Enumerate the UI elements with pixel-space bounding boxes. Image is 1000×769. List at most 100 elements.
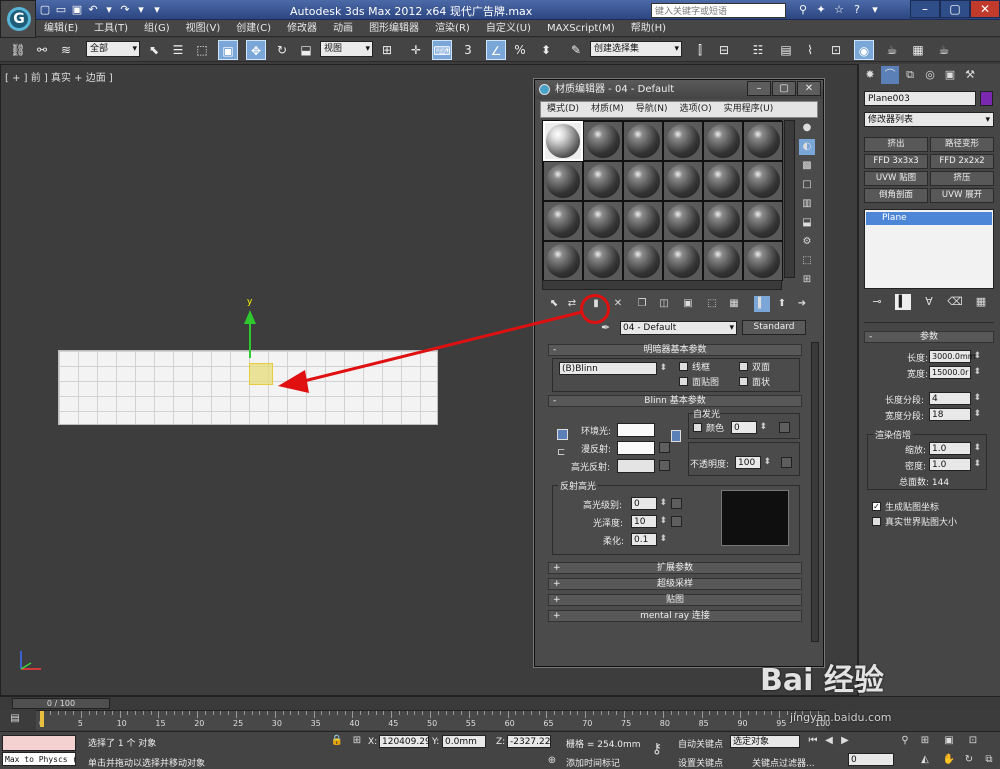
help-icon[interactable]: ? xyxy=(849,2,865,18)
pan-view-icon[interactable]: ✋ xyxy=(942,753,956,767)
select-move-icon[interactable]: ✥ xyxy=(246,40,266,60)
self-illum-spinner[interactable]: 0 xyxy=(731,421,767,434)
sample-slot[interactable] xyxy=(703,161,743,201)
save-icon[interactable]: ▣ xyxy=(70,2,84,17)
y-coord-input[interactable]: 0.0mm xyxy=(442,735,486,748)
density-spinner[interactable]: 1.0 xyxy=(929,458,981,471)
sample-slot[interactable] xyxy=(743,121,783,161)
spec-level-map-button[interactable] xyxy=(671,498,682,509)
viewport-label[interactable]: [ + ] 前 ] 真实 + 边面 ] xyxy=(5,69,113,84)
me-menu-navigation[interactable]: 导航(N) xyxy=(630,102,674,117)
make-preview-icon[interactable]: ⬓ xyxy=(799,215,815,231)
pivot-center-icon[interactable]: ⊞ xyxy=(377,40,397,60)
me-close-button[interactable]: ✕ xyxy=(797,81,821,96)
gizmo-xy-plane[interactable] xyxy=(249,363,273,385)
sample-slot[interactable] xyxy=(543,201,583,241)
link-icon[interactable]: ⛓ xyxy=(8,40,28,60)
display-tab-icon[interactable]: ▣ xyxy=(941,66,959,84)
sample-slot[interactable] xyxy=(663,121,703,161)
x-coord-input[interactable]: 120409.29 xyxy=(379,735,429,748)
sample-slot[interactable] xyxy=(703,201,743,241)
pin-stack-icon[interactable]: ⊸ xyxy=(869,294,885,310)
modifier-unwrap-uvw-button[interactable]: UVW 展开 xyxy=(930,188,994,203)
object-color-swatch[interactable] xyxy=(980,91,993,106)
maps-rollout[interactable]: + 贴图 xyxy=(548,594,802,606)
select-by-name-icon[interactable]: ☰ xyxy=(168,40,188,60)
sample-slot-selected[interactable] xyxy=(543,121,583,161)
sample-slot[interactable] xyxy=(543,241,583,281)
material-editor-icon[interactable]: ◉ xyxy=(854,40,874,60)
named-selection-set-select[interactable]: 创建选择集 xyxy=(590,41,682,57)
me-menu-material[interactable]: 材质(M) xyxy=(585,102,630,117)
opacity-spinner[interactable]: 100 xyxy=(735,456,771,469)
motion-tab-icon[interactable]: ◎ xyxy=(921,66,939,84)
width-segs-spinner[interactable]: 18 xyxy=(929,408,981,421)
show-end-result-toggle-icon[interactable]: ▍ xyxy=(895,294,911,310)
show-in-viewport-icon[interactable]: ▦ xyxy=(726,296,742,312)
qat-menu-icon[interactable]: ▾ xyxy=(150,2,164,17)
render-production-icon[interactable]: ☕ xyxy=(934,40,954,60)
gen-map-coords-checkbox[interactable]: ✓ xyxy=(872,502,881,511)
open-file-icon[interactable]: ▭ xyxy=(54,2,68,17)
video-color-check-icon[interactable]: ▥ xyxy=(799,196,815,212)
sample-uv-tiling-icon[interactable]: □ xyxy=(799,177,815,193)
select-by-material-icon[interactable]: ⬚ xyxy=(799,253,815,269)
zoom-icon[interactable]: ⚲ xyxy=(898,734,912,748)
add-time-tag-icon[interactable]: ⊕ xyxy=(545,754,559,768)
select-manipulate-icon[interactable]: ✛ xyxy=(406,40,426,60)
modifier-list-select[interactable]: 修改器列表 xyxy=(864,112,994,127)
make-copy-icon[interactable]: ❐ xyxy=(634,296,650,312)
orbit-icon[interactable]: ↻ xyxy=(962,753,976,767)
opacity-map-button[interactable] xyxy=(781,457,792,468)
select-scale-icon[interactable]: ⬓ xyxy=(296,40,316,60)
material-editor-window[interactable]: 材质编辑器 - 04 - Default – ▢ ✕ 模式(D) 材质(M) 导… xyxy=(534,79,824,667)
soften-spinner[interactable]: 0.1 xyxy=(631,533,667,546)
zoom-extents-all-icon[interactable]: ⊡ xyxy=(966,734,980,748)
menu-rendering[interactable]: 渲染(R) xyxy=(427,20,478,36)
two-sided-checkbox[interactable] xyxy=(739,362,748,371)
communication-icon[interactable]: ☆ xyxy=(831,2,847,18)
material-editor-titlebar[interactable]: 材质编辑器 - 04 - Default – ▢ ✕ xyxy=(535,80,823,99)
face-map-checkbox[interactable] xyxy=(679,377,688,386)
shader-select[interactable]: (B)Blinn xyxy=(559,362,667,375)
sample-slot[interactable] xyxy=(583,201,623,241)
undo-icon[interactable]: ↶ xyxy=(86,2,100,17)
sample-type-icon[interactable]: ● xyxy=(799,120,815,136)
schematic-view-icon[interactable]: ⊡ xyxy=(826,40,846,60)
maximize-viewport-icon[interactable]: ⧉ xyxy=(982,753,996,767)
material-name-select[interactable]: 04 - Default xyxy=(620,321,737,335)
menu-tools[interactable]: 工具(T) xyxy=(86,20,136,36)
wire-checkbox[interactable] xyxy=(679,362,688,371)
sample-slot[interactable] xyxy=(583,161,623,201)
z-coord-input[interactable]: -2327.222 xyxy=(507,735,551,748)
graphite-tools-icon[interactable]: ▤ xyxy=(776,40,796,60)
me-menu-mode[interactable]: 模式(D) xyxy=(541,102,585,117)
supersampling-rollout[interactable]: + 超级采样 xyxy=(548,578,802,590)
modifier-uvw-map-button[interactable]: UVW 贴图 xyxy=(864,171,928,186)
get-material-icon[interactable]: ⬉ xyxy=(546,296,562,312)
undo-dropdown-icon[interactable]: ▾ xyxy=(102,2,116,17)
sample-slot[interactable] xyxy=(663,201,703,241)
menu-help[interactable]: 帮助(H) xyxy=(623,20,674,36)
zoom-extents-icon[interactable]: ▣ xyxy=(942,734,956,748)
faceted-checkbox[interactable] xyxy=(739,377,748,386)
material-editor-vscroll[interactable] xyxy=(811,342,819,642)
params-rollout-header[interactable]: - 参数 xyxy=(864,331,994,343)
sample-slot[interactable] xyxy=(663,241,703,281)
menu-graph-editors[interactable]: 图形编辑器 xyxy=(361,20,427,36)
modifier-bevel-profile-button[interactable]: 倒角剖面 xyxy=(864,188,928,203)
material-id-icon[interactable]: ⬚ xyxy=(704,296,720,312)
key-selection-select[interactable]: 选定对象 xyxy=(730,735,800,748)
options-icon[interactable]: ⚙ xyxy=(799,234,815,250)
mirror-icon[interactable]: ⫿ xyxy=(690,40,710,60)
mini-curve-editor-icon[interactable]: ▤ xyxy=(8,712,22,726)
align-icon[interactable]: ⊟ xyxy=(714,40,734,60)
me-menu-options[interactable]: 选项(O) xyxy=(674,102,718,117)
extended-params-rollout[interactable]: + 扩展参数 xyxy=(548,562,802,574)
glossiness-map-button[interactable] xyxy=(671,516,682,527)
zoom-all-icon[interactable]: ⊞ xyxy=(918,734,932,748)
snap-toggle-icon[interactable]: 3 xyxy=(458,40,478,60)
search-input[interactable]: 键入关键字或短语 xyxy=(651,3,786,18)
modifier-extrude-button[interactable]: 挤出 xyxy=(864,137,928,152)
make-unique-icon[interactable]: ◫ xyxy=(656,296,672,312)
